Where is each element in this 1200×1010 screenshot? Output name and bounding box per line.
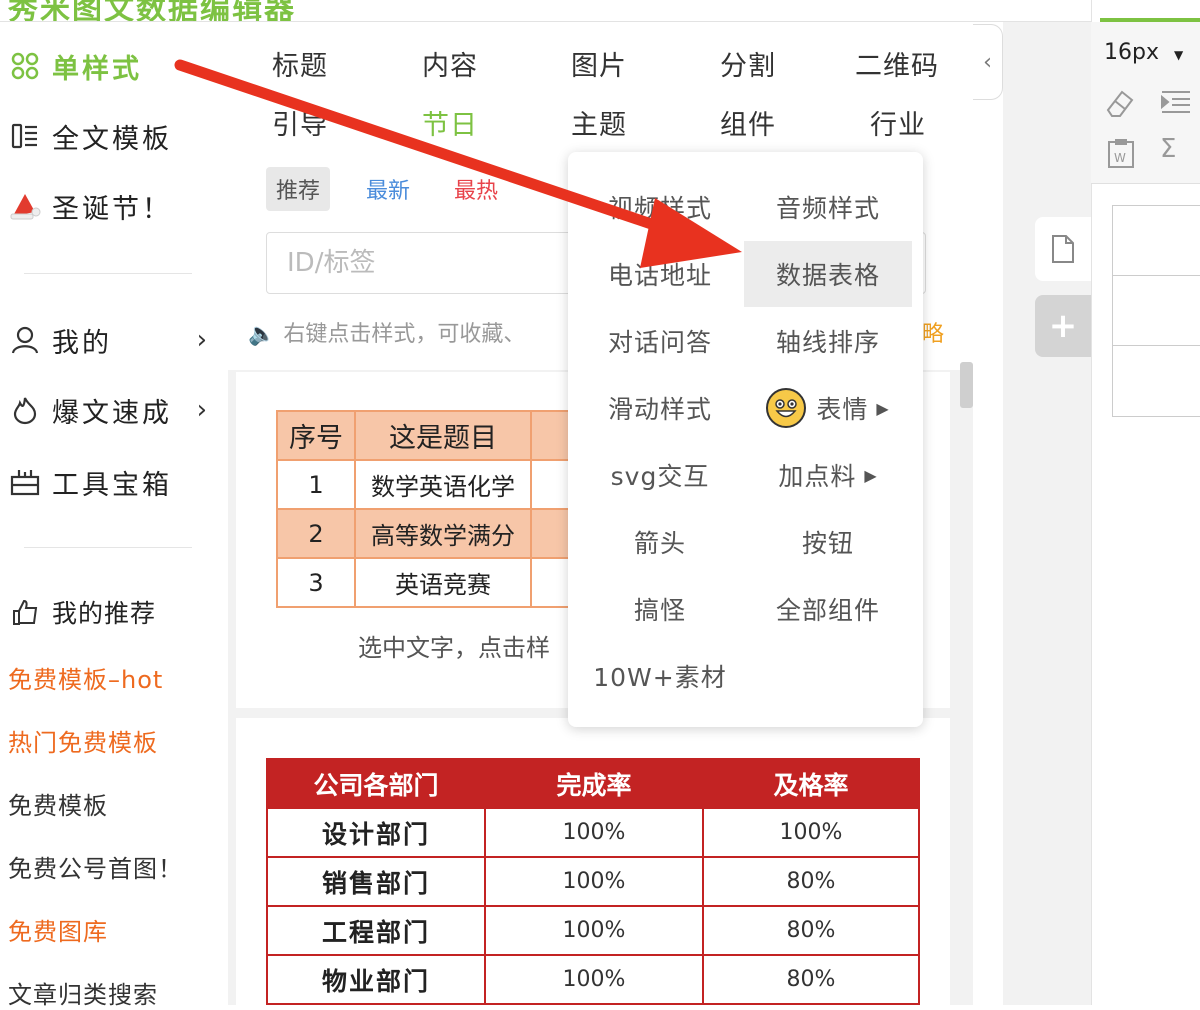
font-size-select[interactable]: 16px ▼	[1104, 40, 1183, 65]
indent-icon[interactable]	[1158, 88, 1192, 123]
caret-down-icon: ▼	[1173, 48, 1184, 62]
editor-table-preview[interactable]	[1112, 205, 1200, 417]
paste-word-icon[interactable]: W	[1104, 137, 1138, 176]
side-action-area	[1003, 22, 1091, 1005]
document-icon	[1052, 235, 1074, 263]
formula-sigma-icon[interactable]: Σ	[1160, 134, 1176, 164]
table-row	[1113, 276, 1200, 346]
eraser-icon[interactable]	[1104, 86, 1138, 125]
add-button[interactable]: +	[1035, 295, 1091, 357]
document-button[interactable]	[1035, 217, 1091, 281]
table-row	[1113, 346, 1200, 416]
svg-text:W: W	[1114, 151, 1126, 165]
chevron-left-icon: ‹	[983, 49, 992, 75]
table-row	[1113, 206, 1200, 276]
collapse-panel-button[interactable]: ‹	[973, 24, 1003, 100]
plus-icon: +	[1048, 306, 1078, 346]
font-size-value: 16px	[1104, 40, 1159, 65]
